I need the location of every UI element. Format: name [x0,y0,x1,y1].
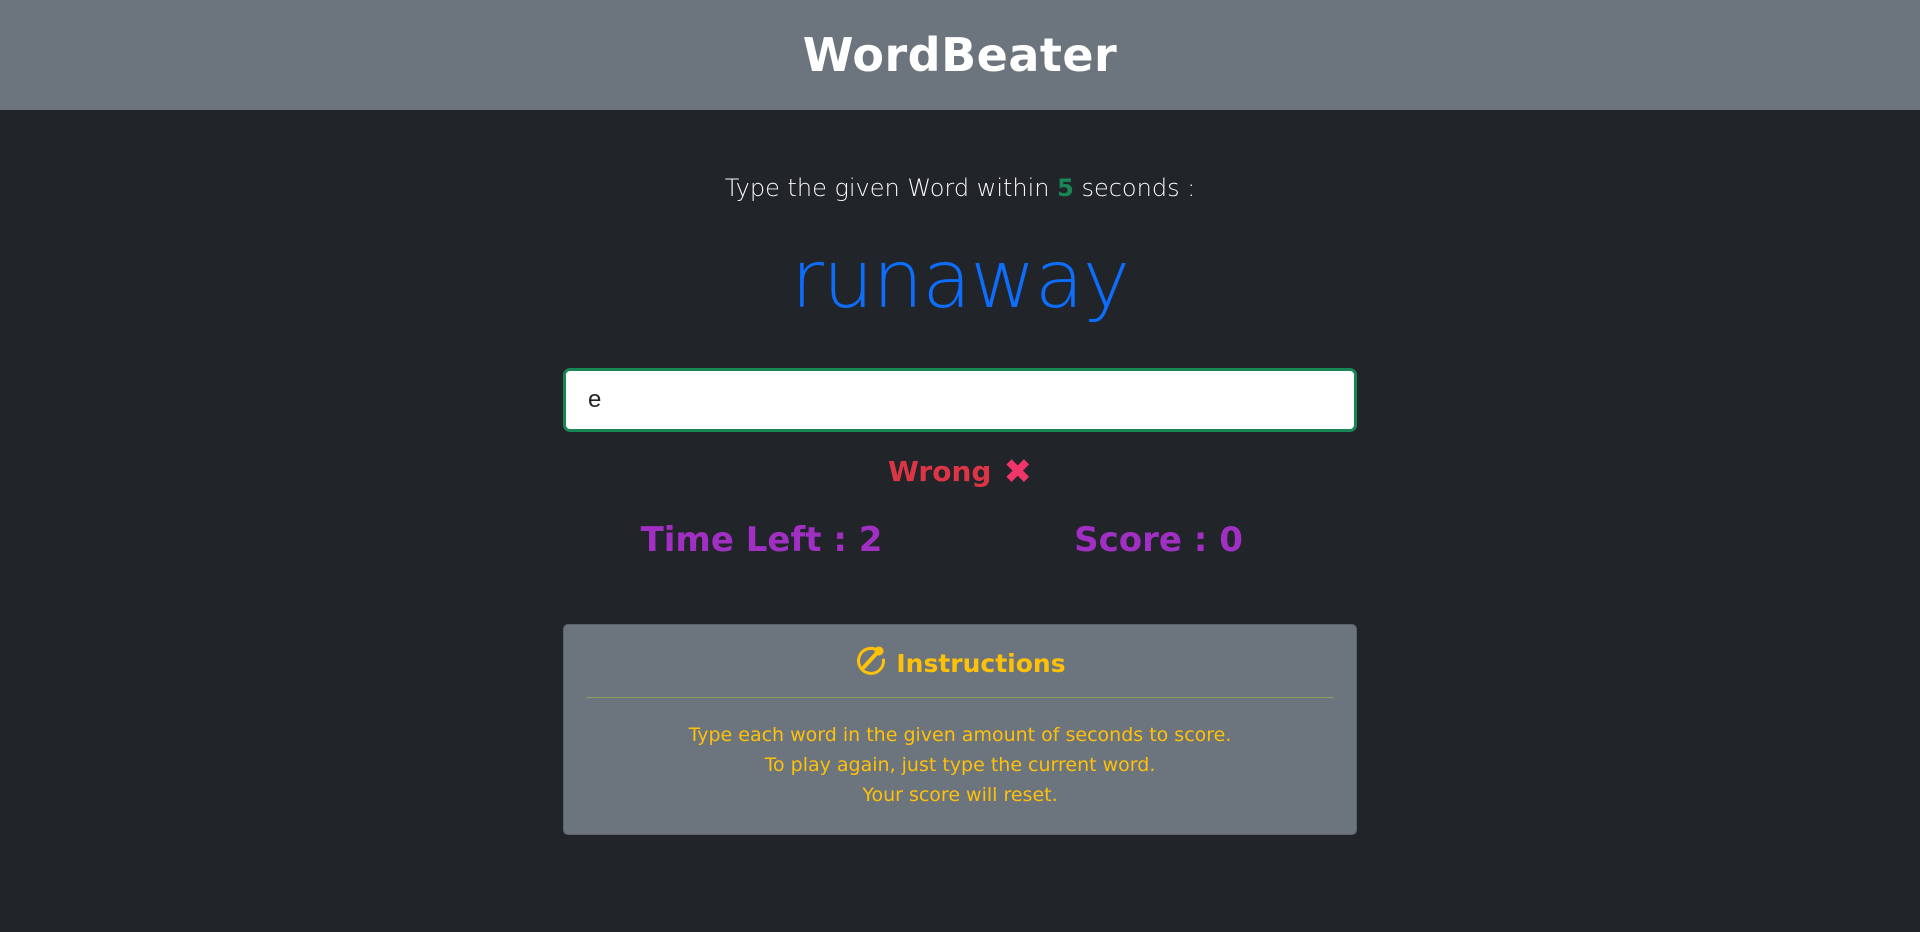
prompt-after: seconds : [1081,174,1196,202]
prompt-text: Type the given Word within 5 seconds : [563,174,1357,202]
prompt-before: Type the given Word within [724,174,1050,202]
app-header: WordBeater [0,0,1920,110]
seconds-value: 5 [1057,174,1074,202]
current-word: runaway [790,233,1130,326]
instruction-line: Type each word in the given amount of se… [688,724,1232,746]
instructions-card: Instructions Type each word in the given… [563,624,1357,835]
score: Score : 0 [1074,520,1243,560]
instructions-divider [586,697,1334,698]
status-text: Wrong [888,455,992,488]
pen-circle-icon [854,643,888,683]
instructions-title: Instructions [896,648,1066,678]
instructions-body: Type each word in the given amount of se… [586,720,1334,810]
cross-mark-icon: ✖ [1003,452,1032,492]
instructions-header: Instructions [586,645,1334,681]
game-area: Type the given Word within 5 seconds : r… [563,174,1357,835]
input-wrapper [563,368,1357,432]
time-left: Time Left : 2 [640,520,883,560]
instruction-line: To play again, just type the current wor… [764,754,1156,776]
status-message: Wrong ✖ [563,454,1357,490]
word-input[interactable] [563,368,1357,432]
app-title: WordBeater [802,28,1118,82]
stats-row: Time Left : 2 Score : 0 [563,520,1357,560]
instruction-line: Your score will reset. [862,784,1058,806]
